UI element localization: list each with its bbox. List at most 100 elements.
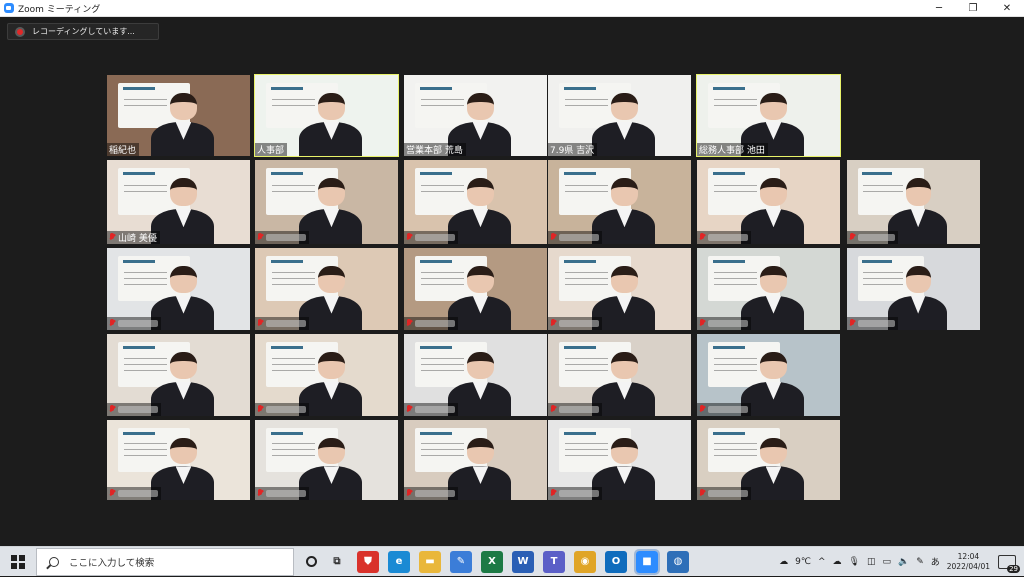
recording-label: レコーディングしています... (32, 27, 135, 36)
show-hidden-icons[interactable]: ^ (818, 557, 826, 567)
mic-muted-icon (550, 233, 556, 242)
teams-icon[interactable]: T (543, 550, 565, 573)
participant-tile[interactable] (107, 334, 250, 416)
blurred-name (266, 234, 306, 241)
volume-icon[interactable]: 🔈 (898, 557, 909, 567)
mic-muted-icon (550, 405, 556, 414)
participant-tile[interactable] (255, 160, 398, 244)
window-titlebar: Zoom ミーティング ─ ❐ ✕ (0, 0, 1024, 17)
participant-tile[interactable] (697, 334, 840, 416)
participant-tile[interactable] (255, 420, 398, 500)
participant-name-bar (697, 403, 751, 416)
participant-tile[interactable] (697, 248, 840, 330)
close-button[interactable]: ✕ (990, 0, 1024, 17)
ime-indicator[interactable]: あ (931, 555, 940, 568)
participant-name-bar: 人事部 (255, 143, 288, 156)
participant-tile[interactable] (255, 248, 398, 330)
mic-muted-icon (699, 319, 705, 328)
participant-tile[interactable] (404, 248, 547, 330)
onedrive-icon[interactable]: ☁ (833, 557, 842, 567)
chrome-icon[interactable]: ◉ (574, 550, 596, 573)
maximize-button[interactable]: ❐ (956, 0, 990, 17)
word-icon[interactable]: W (512, 550, 534, 573)
participant-tile[interactable] (107, 248, 250, 330)
zoom-app-icon (4, 3, 14, 13)
participant-face (169, 92, 198, 120)
participant-face (610, 352, 639, 380)
participant-tile[interactable] (404, 420, 547, 500)
participant-face (610, 92, 639, 120)
excel-icon[interactable]: X (481, 550, 503, 573)
weather-icon[interactable]: ☁ (779, 557, 788, 567)
taskbar-search-box[interactable]: ここに入力して検索 (36, 547, 294, 576)
participant-tile[interactable] (107, 420, 250, 500)
zoom-icon[interactable]: ■ (634, 548, 660, 575)
participant-tile[interactable] (548, 334, 691, 416)
mail-icon[interactable]: ✎ (450, 550, 472, 573)
minimize-button[interactable]: ─ (922, 0, 956, 17)
cortana-icon[interactable] (306, 556, 317, 567)
participant-tile[interactable] (404, 160, 547, 244)
participant-face (317, 266, 346, 294)
pen-icon[interactable]: ✎ (916, 557, 924, 567)
camera-icon[interactable]: ◫ (867, 557, 876, 567)
participant-tile[interactable]: 稲紀也 (107, 75, 250, 156)
blurred-name (708, 320, 748, 327)
web-app-icon[interactable]: ◍ (667, 550, 689, 573)
microphone-icon[interactable]: 🎙 (849, 557, 860, 567)
mic-muted-icon (550, 319, 556, 328)
weather-temp[interactable]: 9℃ (795, 557, 811, 567)
edge-icon[interactable]: e (388, 550, 410, 573)
participant-tile[interactable] (697, 420, 840, 500)
blurred-name (415, 406, 455, 413)
mic-muted-icon (257, 489, 263, 498)
participant-tile[interactable]: 営業本部 荒島 (404, 75, 547, 156)
mic-muted-icon (109, 405, 115, 414)
mic-muted-icon (406, 405, 412, 414)
participant-tile[interactable] (404, 334, 547, 416)
participant-tile[interactable] (697, 160, 840, 244)
participant-tile[interactable]: 人事部 (254, 74, 399, 157)
clock-date: 2022/04/01 (946, 561, 990, 571)
task-view-icon[interactable]: ⧉ (326, 551, 348, 573)
window-title: Zoom ミーティング (18, 4, 101, 15)
participant-tile[interactable] (548, 248, 691, 330)
blurred-name (266, 320, 306, 327)
network-icon[interactable]: ▭ (882, 557, 891, 567)
participant-face (905, 266, 931, 294)
start-button[interactable] (0, 547, 36, 577)
participant-face (466, 178, 495, 207)
participant-tile[interactable]: 総務人事部 池田 (696, 74, 841, 157)
participant-face (610, 178, 639, 207)
clock[interactable]: 12:04 2022/04/01 (947, 552, 990, 572)
participant-tile[interactable] (548, 160, 691, 244)
windows-logo-icon (11, 554, 25, 569)
outlook-icon[interactable]: O (605, 550, 627, 573)
security-app-icon[interactable]: ⛊ (357, 550, 379, 573)
participant-name-bar (107, 317, 161, 330)
participant-tile[interactable] (548, 420, 691, 500)
file-explorer-icon[interactable]: ▬ (419, 550, 441, 573)
mic-muted-icon (257, 405, 263, 414)
blurred-name (559, 406, 599, 413)
recording-indicator[interactable]: レコーディングしています... (7, 23, 159, 40)
participant-tile[interactable]: 山崎 美優 (107, 160, 250, 244)
notification-center-icon[interactable]: 29 (998, 554, 1020, 573)
participant-name-bar (548, 403, 602, 416)
participant-face (169, 178, 198, 207)
participant-name-bar (107, 403, 161, 416)
participant-name-bar (697, 317, 751, 330)
mic-muted-icon (406, 489, 412, 498)
participant-name-bar (847, 317, 898, 330)
mic-muted-icon (699, 405, 705, 414)
participant-name-bar (548, 231, 602, 244)
participant-tile[interactable] (847, 160, 980, 244)
blurred-name (415, 234, 455, 241)
participant-name-bar (548, 487, 602, 500)
mic-muted-icon (257, 233, 263, 242)
participant-tile[interactable] (847, 248, 980, 330)
participant-name: 7.9県 吉沢 (550, 146, 595, 156)
participant-tile[interactable] (255, 334, 398, 416)
blurred-name (559, 320, 599, 327)
participant-tile[interactable]: 7.9県 吉沢 (548, 75, 691, 156)
